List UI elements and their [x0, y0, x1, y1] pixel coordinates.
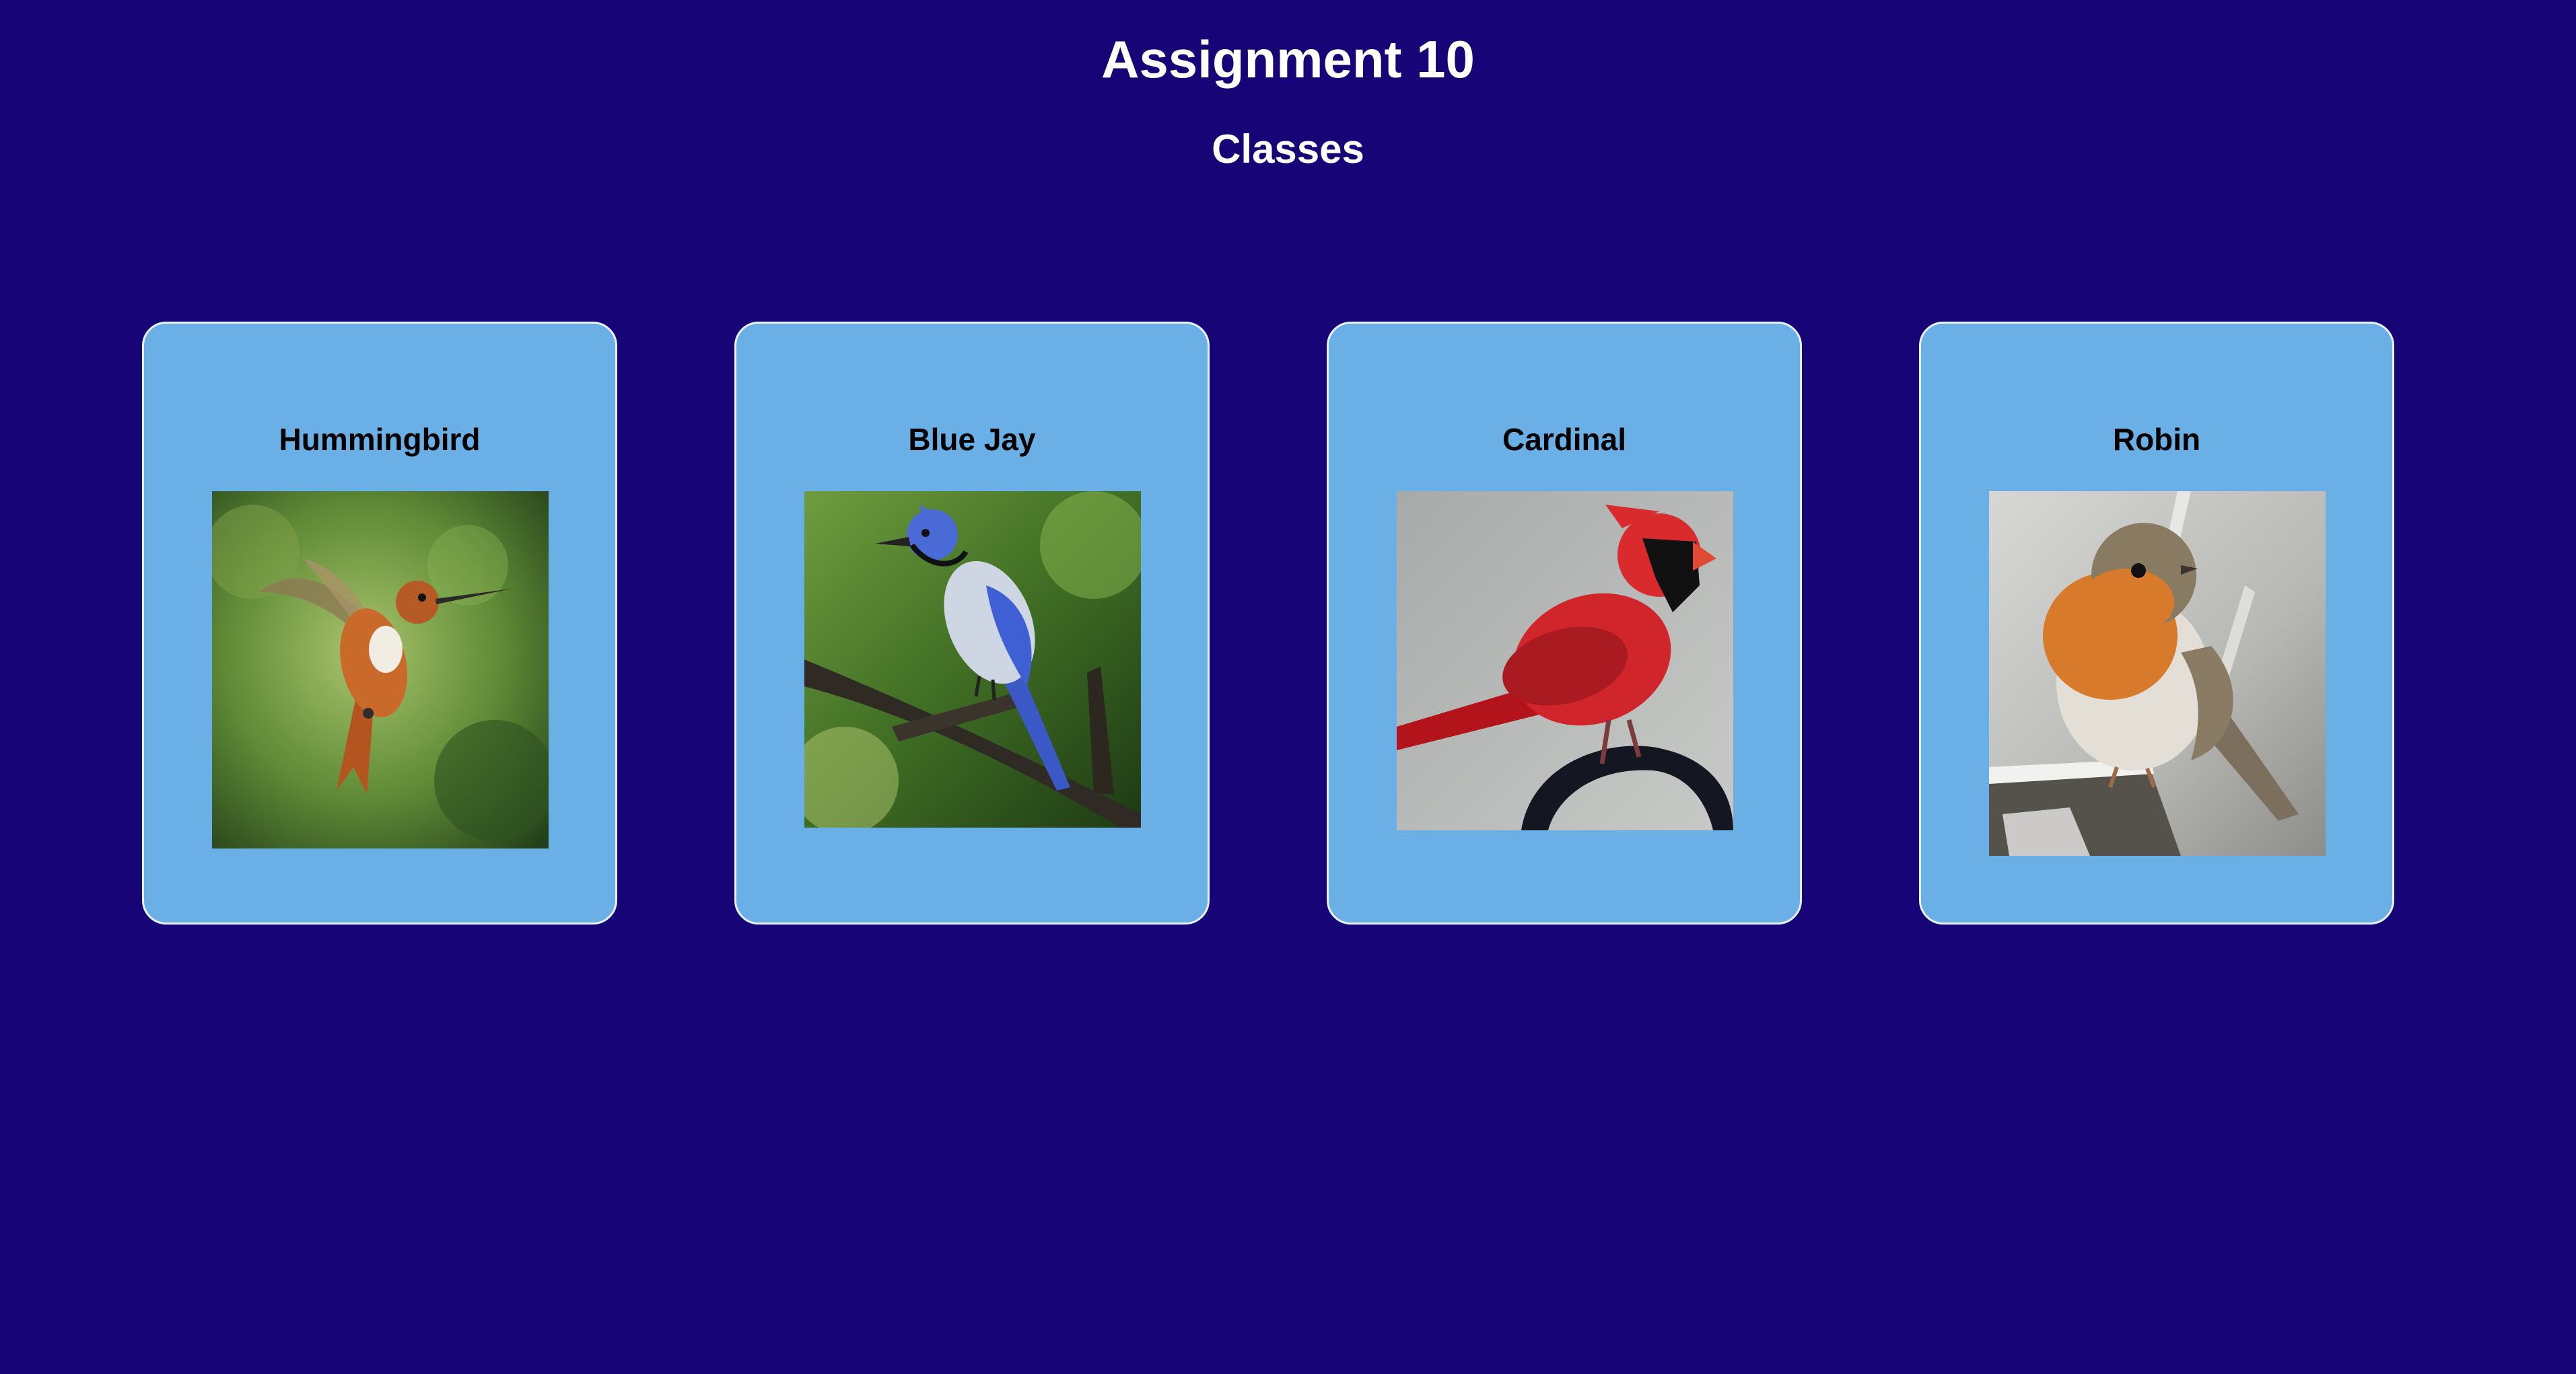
card-robin: Robin	[1919, 322, 2394, 925]
page-title: Assignment 10	[1101, 30, 1475, 89]
robin-photo	[1989, 491, 2326, 856]
cardinal-photo	[1397, 491, 1733, 830]
blue-jay-photo	[804, 491, 1141, 828]
card-blue-jay: Blue Jay	[734, 322, 1210, 925]
card-title: Hummingbird	[279, 422, 481, 457]
page-subtitle: Classes	[1212, 126, 1364, 172]
card-cardinal: Cardinal	[1327, 322, 1802, 925]
card-title: Robin	[2112, 422, 2201, 457]
card-hummingbird: Hummingbird	[142, 322, 617, 925]
card-title: Cardinal	[1502, 422, 1627, 457]
hummingbird-photo	[212, 491, 549, 848]
card-title: Blue Jay	[908, 422, 1036, 457]
